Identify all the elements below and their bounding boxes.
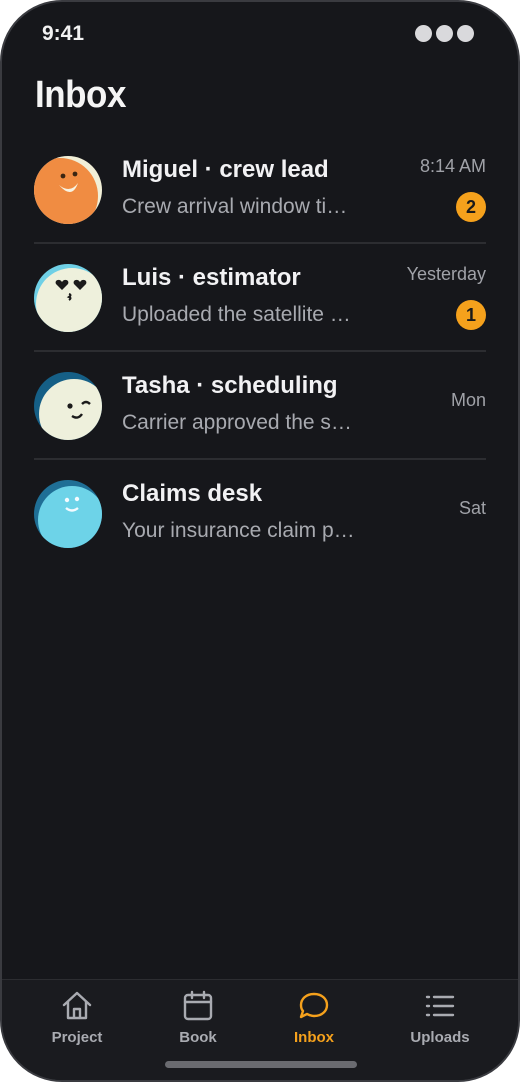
thread-preview: Your insurance claim p… <box>122 519 355 542</box>
thread-list: Miguel · crew lead Crew arrival window t… <box>34 136 486 566</box>
calendar-icon <box>183 990 213 1021</box>
thread-row-claims-desk[interactable]: Claims desk Your insurance claim p… Sat <box>34 460 486 566</box>
tab-label: Inbox <box>294 1029 334 1046</box>
thread-row-luis[interactable]: Luis · estimator Uploaded the satellite … <box>34 244 486 352</box>
home-indicator[interactable] <box>165 1061 357 1068</box>
thread-sender: Luis · estimator <box>122 264 301 291</box>
unread-badge: 2 <box>456 192 486 222</box>
tab-uploads[interactable]: Uploads <box>385 988 495 1046</box>
thread-time: Sat <box>458 498 486 518</box>
tab-label: Uploads <box>410 1029 470 1046</box>
thread-row-tasha[interactable]: Tasha · scheduling Carrier approved the … <box>34 352 486 460</box>
thread-sender: Miguel · crew lead <box>122 156 329 183</box>
page-title: Inbox <box>35 74 126 116</box>
happy-face-avatar <box>34 480 102 548</box>
thread-time: Yesterday <box>406 264 486 284</box>
status-time: 9:41 <box>42 22 85 45</box>
status-bar: 9:41 <box>2 2 518 62</box>
thread-time: Mon <box>450 390 486 410</box>
tab-book[interactable]: Book <box>143 988 253 1046</box>
thread-preview: Uploaded the satellite … <box>122 303 351 326</box>
winking-face-avatar <box>34 372 102 440</box>
tab-project[interactable]: Project <box>22 988 132 1046</box>
thread-row-miguel[interactable]: Miguel · crew lead Crew arrival window t… <box>34 136 486 244</box>
chat-bubble-icon <box>299 992 329 1019</box>
thread-sender: Claims desk <box>122 480 263 507</box>
status-indicators-icon <box>415 25 474 42</box>
home-icon <box>62 991 92 1020</box>
tab-label: Project <box>51 1029 103 1046</box>
thread-time: 8:14 AM <box>419 156 486 176</box>
tab-label: Book <box>179 1029 217 1046</box>
heart-eyes-face-avatar <box>34 264 102 332</box>
thread-preview: Crew arrival window ti… <box>122 195 348 218</box>
unread-badge: 1 <box>456 300 486 330</box>
smiling-face-avatar <box>34 156 102 224</box>
phone-frame: 9:41 Inbox Miguel · crew lead Crew arriv… <box>0 0 520 1082</box>
thread-preview: Carrier approved the s… <box>122 411 352 434</box>
list-icon <box>425 995 455 1017</box>
tab-inbox[interactable]: Inbox <box>259 988 369 1046</box>
tab-bar: Project Book Inbox Uploads <box>2 979 518 1080</box>
thread-sender: Tasha · scheduling <box>122 372 338 399</box>
